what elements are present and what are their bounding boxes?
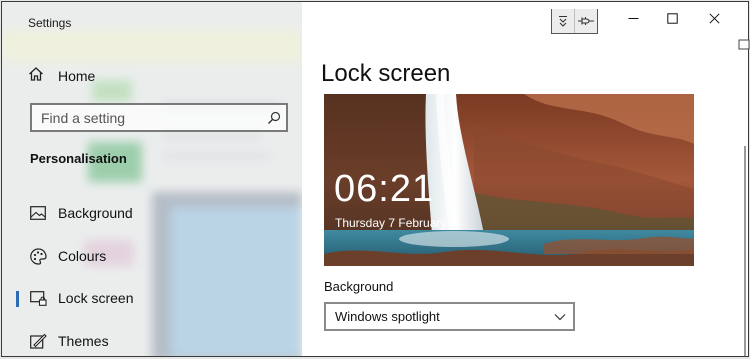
sidebar-item-label: Themes bbox=[58, 333, 109, 349]
close-button[interactable] bbox=[694, 8, 734, 32]
background-window-icon bbox=[738, 38, 750, 50]
sidebar-item-colours[interactable]: Colours bbox=[2, 241, 302, 271]
section-title: Personalisation bbox=[30, 151, 127, 166]
sidebar-item-themes[interactable]: Themes bbox=[2, 326, 302, 356]
sidebar-item-label: Colours bbox=[58, 248, 107, 264]
lock-screen-time: 06:21 bbox=[334, 168, 435, 210]
search-icon[interactable] bbox=[262, 106, 286, 130]
search-box[interactable]: Find a setting bbox=[30, 103, 288, 132]
scrollbar[interactable] bbox=[742, 38, 748, 356]
extra-title-toolbar bbox=[551, 9, 598, 34]
expand-down-icon[interactable] bbox=[552, 9, 574, 33]
scrollbar-thumb[interactable] bbox=[744, 146, 746, 356]
background-setting-label: Background bbox=[324, 279, 394, 294]
sidebar-item-lock-screen[interactable]: Lock screen bbox=[2, 283, 302, 313]
maximize-button[interactable] bbox=[652, 8, 692, 32]
lock-screen-date: Thursday 7 February bbox=[335, 216, 447, 230]
chevron-down-icon bbox=[547, 313, 573, 321]
sidebar-item-label: Lock screen bbox=[58, 290, 134, 306]
page-title: Lock screen bbox=[321, 60, 451, 87]
home-nav-item[interactable]: Home bbox=[28, 64, 95, 88]
themes-icon bbox=[29, 332, 47, 350]
background-dropdown[interactable]: Windows spotlight bbox=[324, 302, 575, 331]
background-dropdown-value: Windows spotlight bbox=[335, 309, 440, 324]
home-icon bbox=[28, 66, 44, 87]
maximize-icon bbox=[666, 11, 678, 29]
plug-icon[interactable] bbox=[574, 9, 597, 33]
search-input[interactable]: Find a setting bbox=[41, 110, 262, 126]
sidebar-item-label: Background bbox=[58, 205, 133, 221]
lock-screen-preview: 06:21 Thursday 7 February bbox=[324, 94, 694, 266]
minimize-icon bbox=[628, 11, 639, 29]
close-icon bbox=[708, 11, 720, 29]
lock-screen-icon bbox=[29, 289, 47, 307]
home-label: Home bbox=[58, 68, 96, 84]
minimize-button[interactable] bbox=[613, 8, 653, 32]
window-title: Settings bbox=[28, 16, 72, 30]
content-pane: Lock screen 06:21 Thursday 7 February Ba… bbox=[302, 2, 748, 356]
sidebar-item-background[interactable]: Background bbox=[2, 198, 302, 228]
picture-icon bbox=[29, 204, 47, 222]
palette-icon bbox=[29, 247, 47, 265]
nav-pane: Settings Home Find a setting Personalisa… bbox=[2, 2, 302, 356]
selection-indicator bbox=[16, 291, 19, 307]
settings-window: Settings Home Find a setting Personalisa… bbox=[1, 1, 749, 357]
